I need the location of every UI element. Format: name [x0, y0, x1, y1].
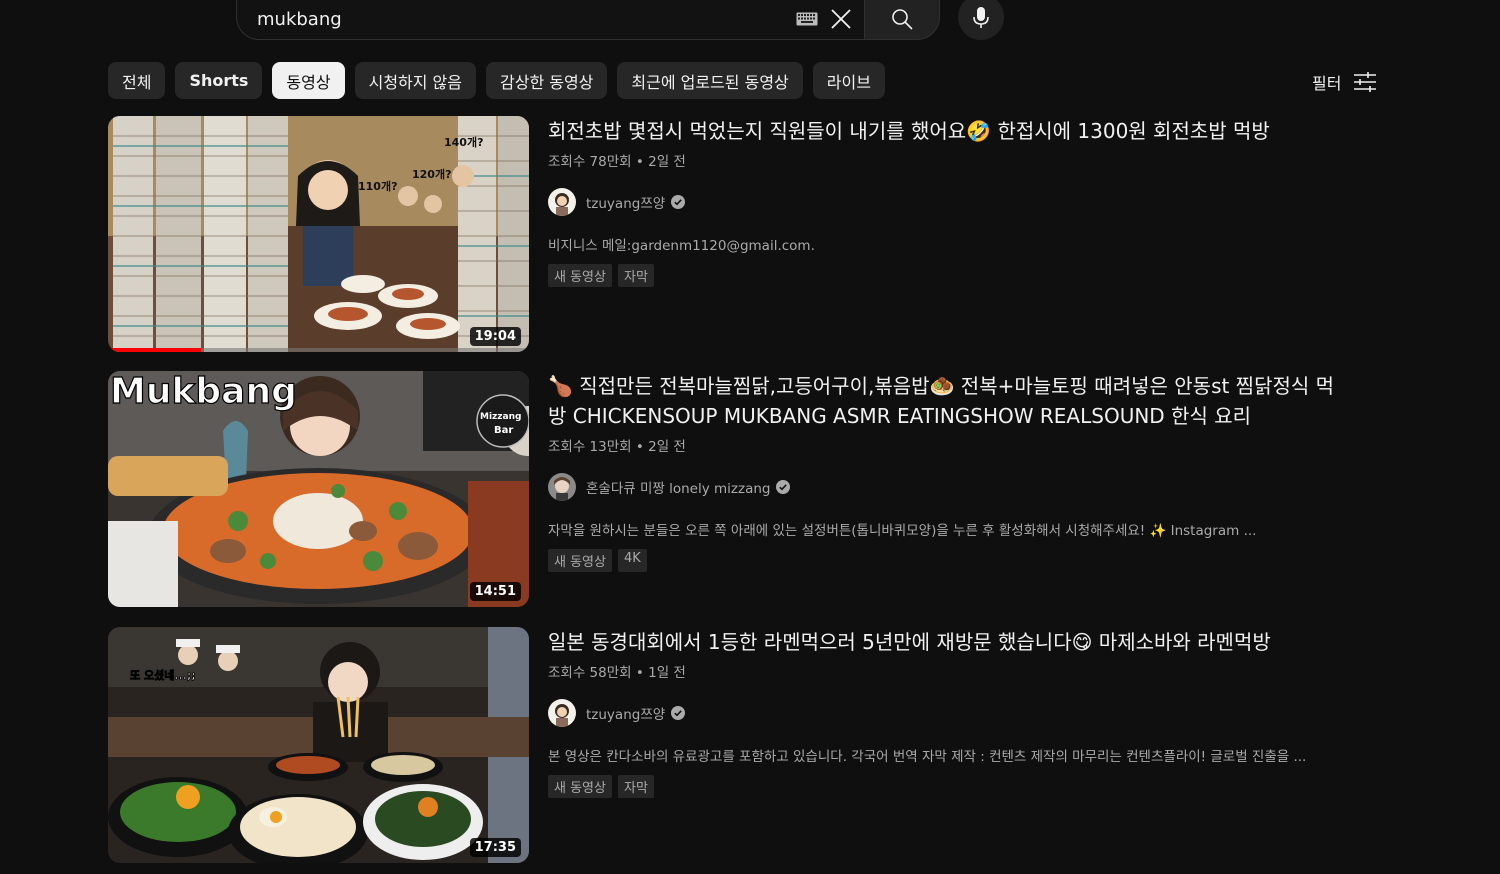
channel-name[interactable]: 혼술다큐 미짱 lonely mizzang: [586, 477, 770, 497]
thumbnail-image: Mukbang Mizzang Bar: [108, 371, 529, 607]
thumb-text-1: 또 오셨네...;;: [130, 668, 196, 682]
badge-4k: 4K: [617, 549, 647, 572]
video-description: 본 영상은 칸다소바의 유료광고를 포함하고 있습니다. 각국어 번역 자막 제…: [548, 749, 1307, 765]
video-duration: 14:51: [469, 582, 521, 601]
video-description: 자막을 원하시는 분들은 오른 쪽 아래에 있는 설정버튼(톱니바퀴모양)을 누…: [548, 523, 1257, 539]
youtube-search-results-page: 전체 Shorts 동영상 시청하지 않음 감상한 동영상 최근에 업로드된 동…: [0, 0, 1500, 874]
channel-row[interactable]: tzuyang쯔양: [548, 188, 1348, 216]
channel-row[interactable]: tzuyang쯔양: [548, 699, 1348, 727]
search-bar: [236, 0, 1004, 40]
chip-live[interactable]: 라이브: [812, 62, 885, 99]
video-thumbnail[interactable]: 140개? 120개? 110개? 19:04: [108, 116, 529, 352]
search-button[interactable]: [864, 0, 940, 40]
sliders-icon: [1354, 72, 1377, 92]
badges: 새 동영상 자막: [548, 775, 1348, 798]
search-box[interactable]: [236, 0, 864, 40]
badge-new: 새 동영상: [548, 775, 612, 798]
channel-row[interactable]: 혼술다큐 미짱 lonely mizzang: [548, 473, 1348, 501]
badge-cc: 자막: [617, 775, 654, 798]
avatar[interactable]: [548, 699, 576, 727]
video-title[interactable]: 회전초밥 몇접시 먹었는지 직원들이 내기를 했어요🤣 한접시에 1300원 회…: [548, 116, 1348, 146]
avatar[interactable]: [548, 188, 576, 216]
video-duration: 19:04: [469, 327, 521, 346]
watch-progress-bar: [108, 348, 201, 352]
thumb-text-1: 140개?: [444, 135, 483, 149]
chip-all[interactable]: 전체: [108, 62, 166, 99]
verified-badge-icon: [671, 706, 686, 720]
verified-badge-icon: [671, 195, 686, 209]
channel-name[interactable]: tzuyang쯔양: [586, 192, 665, 212]
video-title[interactable]: 일본 동경대회에서 1등한 라멘먹으러 5년만에 재방문 했습니다😋 마제소바와…: [548, 627, 1348, 657]
channel-name[interactable]: tzuyang쯔양: [586, 703, 665, 723]
video-info: 🍗 직접만든 전복마늘찜닭,고등어구이,볶음밥🧆 전복+마늘토핑 때려넣은 안동…: [548, 371, 1348, 572]
video-thumbnail[interactable]: 또 오셨네...;; 17:35: [108, 627, 529, 863]
video-info: 회전초밥 몇접시 먹었는지 직원들이 내기를 했어요🤣 한접시에 1300원 회…: [548, 116, 1348, 287]
filter-label: 필터: [1312, 74, 1342, 93]
thumb-text-2: 120개?: [412, 167, 451, 181]
video-duration: 17:35: [469, 838, 521, 857]
thumbnail-image: 140개? 120개? 110개?: [108, 116, 529, 352]
keyboard-icon[interactable]: [796, 12, 818, 26]
chip-shorts[interactable]: Shorts: [175, 62, 263, 99]
video-result[interactable]: 140개? 120개? 110개? 19:04 회전초밥 몇접시 먹었는지 직원…: [108, 116, 1388, 352]
thumb-text-3: 110개?: [358, 179, 397, 193]
badge-cc: 자막: [617, 264, 654, 287]
thumb-text-1: Mukbang: [110, 371, 297, 412]
chip-watched[interactable]: 감상한 동영상: [486, 62, 608, 99]
search-input[interactable]: [257, 4, 796, 30]
video-meta: 조회수 13만회 • 2일 전: [548, 439, 686, 455]
video-meta: 조회수 78만회 • 2일 전: [548, 154, 686, 170]
voice-search-button[interactable]: [958, 0, 1004, 40]
avatar[interactable]: [548, 473, 576, 501]
video-meta: 조회수 58만회 • 1일 전: [548, 665, 686, 681]
microphone-icon: [973, 7, 989, 28]
chip-unwatched[interactable]: 시청하지 않음: [354, 62, 476, 99]
close-icon[interactable]: [830, 8, 852, 30]
video-title[interactable]: 🍗 직접만든 전복마늘찜닭,고등어구이,볶음밥🧆 전복+마늘토핑 때려넣은 안동…: [548, 371, 1348, 431]
verified-badge-icon: [776, 480, 791, 494]
video-result[interactable]: 또 오셨네...;; 17:35 일본 동경대회에서 1등한 라멘먹으러 5년만…: [108, 627, 1388, 863]
video-thumbnail[interactable]: Mukbang Mizzang Bar 14:51: [108, 371, 529, 607]
chip-videos[interactable]: 동영상: [272, 62, 345, 99]
badge-new: 새 동영상: [548, 549, 612, 572]
badges: 새 동영상 자막: [548, 264, 1348, 287]
chip-recently-uploaded[interactable]: 최근에 업로드된 동영상: [617, 62, 803, 99]
video-description: 비지니스 메일:gardenm1120@gmail.com.: [548, 238, 815, 254]
thumb-text-2: Mizzang: [480, 412, 521, 422]
thumbnail-image: 또 오셨네...;;: [108, 627, 529, 863]
filter-chips: 전체 Shorts 동영상 시청하지 않음 감상한 동영상 최근에 업로드된 동…: [108, 62, 885, 99]
thumb-text-3: Bar: [494, 425, 513, 436]
badges: 새 동영상 4K: [548, 549, 1348, 572]
filter-button[interactable]: 필터: [1312, 70, 1377, 94]
badge-new: 새 동영상: [548, 264, 612, 287]
video-result[interactable]: Mukbang Mizzang Bar 14:51 🍗 직접만든 전복마늘찜닭,…: [108, 371, 1388, 607]
search-icon: [892, 9, 913, 30]
video-info: 일본 동경대회에서 1등한 라멘먹으러 5년만에 재방문 했습니다😋 마제소바와…: [548, 627, 1348, 798]
